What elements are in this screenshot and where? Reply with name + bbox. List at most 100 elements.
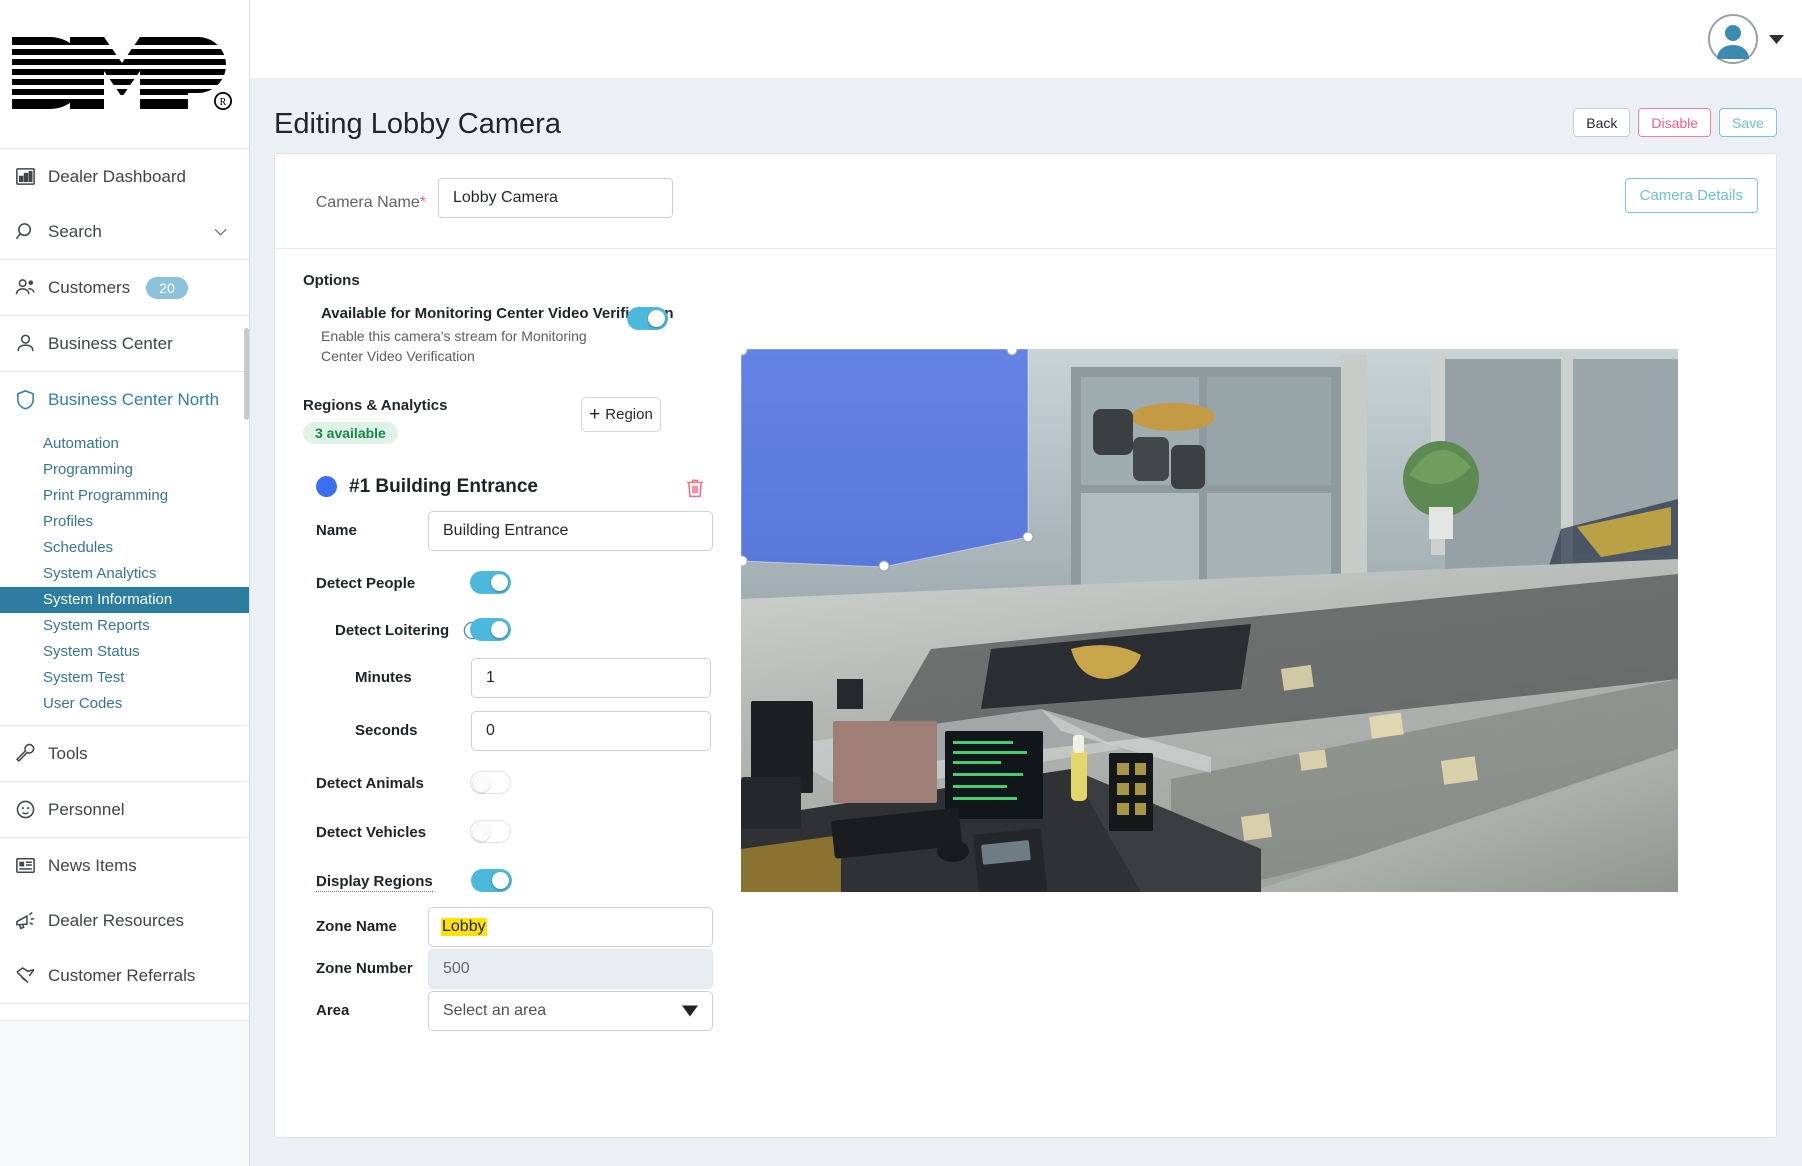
sidebar-item-customers[interactable]: Customers 20 <box>0 260 249 315</box>
detect-loitering-row: Detect Loitering <box>303 611 730 645</box>
caret-down-icon <box>682 1005 698 1017</box>
sidebar-subitem-profiles[interactable]: Profiles <box>0 509 249 535</box>
add-region-button[interactable]: + Region <box>581 396 661 432</box>
options-section-title: Options <box>303 272 360 289</box>
region-polygon-overlay <box>741 349 1028 567</box>
minutes-input[interactable] <box>471 657 711 698</box>
region-color-dot[interactable] <box>316 476 337 498</box>
region-title: #1 Building Entrance <box>349 475 538 497</box>
sidebar-subitem-system-information[interactable]: System Information <box>0 587 249 613</box>
toggle-knob <box>491 573 508 591</box>
area-select[interactable]: Select an area <box>428 990 713 1031</box>
zone-number-row: Zone Number <box>303 948 730 989</box>
detect-vehicles-toggle[interactable] <box>470 819 511 843</box>
sidebar-item-dealer-resources[interactable]: Dealer Resources <box>0 893 249 948</box>
monitoring-center-toggle[interactable] <box>627 307 668 330</box>
account-menu[interactable] <box>1707 13 1784 65</box>
sidebar-item-business-center[interactable]: Business Center <box>0 316 249 371</box>
sidebar-item-search[interactable]: Search <box>0 204 249 259</box>
toggle-knob <box>491 620 508 638</box>
sidebar-subitem-system-status[interactable]: System Status <box>0 639 249 665</box>
sidebar-group-business-center: Business Center <box>0 315 249 371</box>
sidebar-item-label: Business Center <box>48 333 173 353</box>
page-header-actions: Back Disable Save <box>1573 108 1777 137</box>
personnel-icon <box>12 797 38 823</box>
handshake-icon <box>12 963 38 989</box>
sidebar-subitem-system-reports[interactable]: System Reports <box>0 613 249 639</box>
camera-name-label: Camera Name* <box>303 194 426 212</box>
regions-analytics-section: Regions & Analytics 3 available + Region <box>303 396 730 444</box>
camera-live-preview[interactable] <box>741 349 1678 892</box>
back-button[interactable]: Back <box>1573 108 1631 137</box>
area-label: Area <box>316 1001 350 1019</box>
camera-details-button[interactable]: Camera Details <box>1624 178 1758 213</box>
save-button[interactable]: Save <box>1719 108 1777 137</box>
region-name-input[interactable] <box>428 510 713 551</box>
sidebar-item-label: News Items <box>48 855 137 875</box>
sidebar-subitem-user-codes[interactable]: User Codes <box>0 691 249 717</box>
sidebar-item-tools[interactable]: Tools <box>0 726 249 781</box>
plus-icon: + <box>589 403 601 425</box>
zone-name-row: Zone Name Lobby <box>303 906 730 947</box>
sidebar-item-business-center-north[interactable]: Business Center North <box>0 372 249 427</box>
area-selected-value: Select an area <box>443 1001 547 1019</box>
trash-icon[interactable] <box>683 476 707 500</box>
display-regions-label[interactable]: Display Regions <box>316 873 433 892</box>
display-regions-toggle[interactable] <box>471 868 512 892</box>
required-marker: * <box>419 194 426 211</box>
sidebar-item-personnel[interactable]: Personnel <box>0 782 249 837</box>
chevron-down-icon[interactable] <box>1769 34 1784 44</box>
sidebar-group-main: Dealer Dashboard Search <box>0 148 249 259</box>
user-avatar-icon[interactable] <box>1707 13 1759 65</box>
add-region-label: Region <box>605 405 653 423</box>
resize-handle[interactable] <box>878 560 890 572</box>
sidebar-subnav: Automation Programming Print Programming… <box>0 427 249 725</box>
camera-frame <box>741 349 1678 892</box>
sidebar-footer-area <box>0 1020 249 1166</box>
regions-available-badge: 3 available <box>303 421 398 444</box>
sidebar-subitem-system-analytics[interactable]: System Analytics <box>0 561 249 587</box>
detect-vehicles-label: Detect Vehicles <box>316 823 427 841</box>
monitoring-center-description: Enable this camera's stream for Monitori… <box>321 328 587 365</box>
sidebar-group-customers: Customers 20 <box>0 259 249 315</box>
camera-edit-card: Camera Name* Camera Details Options Avai… <box>274 153 1777 1138</box>
detect-people-row: Detect People <box>303 564 730 598</box>
seconds-input[interactable] <box>471 710 711 751</box>
sidebar-subitem-print-programming[interactable]: Print Programming <box>0 483 249 509</box>
sidebar-subitem-automation[interactable]: Automation <box>0 431 249 457</box>
camera-name-label-text: Camera Name <box>315 194 420 211</box>
camera-name-input[interactable] <box>438 178 673 218</box>
resize-handle[interactable] <box>1022 531 1034 543</box>
dmp-logo[interactable]: R <box>0 0 249 148</box>
area-row: Area Select an area <box>303 990 730 1031</box>
sidebar-item-customer-referrals[interactable]: Customer Referrals <box>0 948 249 1003</box>
sidebar-scrollbar[interactable] <box>244 328 249 420</box>
sidebar-subitem-programming[interactable]: Programming <box>0 457 249 483</box>
sidebar-item-news-items[interactable]: News Items <box>0 838 249 893</box>
detect-animals-label: Detect Animals <box>316 774 424 792</box>
loitering-seconds-row: Seconds <box>303 710 730 751</box>
seconds-label: Seconds <box>355 721 418 739</box>
page-title: Editing Lobby Camera <box>274 108 561 140</box>
monitoring-center-option: Available for Monitoring Center Video Ve… <box>303 305 730 367</box>
topbar <box>250 0 1802 78</box>
sidebar-subitem-system-test[interactable]: System Test <box>0 665 249 691</box>
sidebar-item-label: Search <box>48 221 102 241</box>
sidebar-subitem-schedules[interactable]: Schedules <box>0 535 249 561</box>
sidebar-group-resources: News Items Dealer Resources Customer Ref… <box>0 837 249 1003</box>
customers-count-badge: 20 <box>146 276 188 299</box>
dmp-logo-icon: R <box>8 37 244 110</box>
disable-button[interactable]: Disable <box>1638 108 1712 137</box>
sidebar-group-personnel: Personnel <box>0 781 249 837</box>
toggle-knob <box>473 823 490 841</box>
camera-name-row: Camera Name* Camera Details <box>275 154 1776 249</box>
regions-analytics-title: Regions & Analytics <box>303 396 448 414</box>
sidebar-item-label: Customers <box>48 277 131 297</box>
detect-animals-toggle[interactable] <box>470 770 511 794</box>
megaphone-icon <box>12 908 38 934</box>
sidebar-item-dealer-dashboard[interactable]: Dealer Dashboard <box>0 149 249 204</box>
detect-loitering-toggle[interactable] <box>470 617 511 641</box>
detect-people-toggle[interactable] <box>470 570 511 594</box>
news-icon <box>12 853 38 879</box>
wrench-icon <box>12 741 38 767</box>
